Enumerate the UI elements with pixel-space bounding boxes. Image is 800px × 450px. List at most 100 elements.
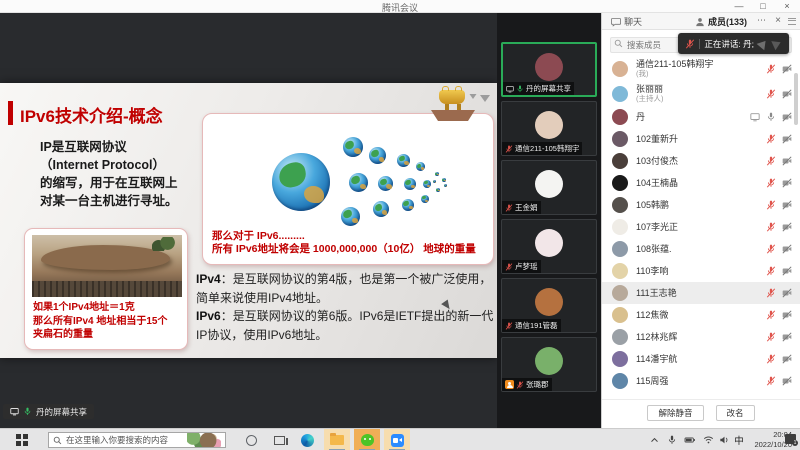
panel-close-button[interactable]: × bbox=[775, 15, 781, 26]
video-tile-label: 通信211-105韩翔宇 bbox=[502, 142, 583, 155]
tab-members[interactable]: 成员(133) bbox=[695, 13, 747, 30]
video-tile[interactable]: 丹的屏幕共享 bbox=[501, 42, 597, 97]
participant-avatar bbox=[535, 170, 563, 198]
camera-off-icon[interactable] bbox=[782, 134, 792, 144]
member-row[interactable]: 通信211-105韩翔宇 (我) bbox=[602, 56, 800, 81]
battery-icon[interactable] bbox=[682, 429, 698, 450]
mic-icon[interactable] bbox=[766, 244, 776, 254]
mic-icon[interactable] bbox=[766, 354, 776, 364]
mic-icon[interactable] bbox=[766, 156, 776, 166]
ipv6-text: ：是互联网协议的第6版。IPv6是IETF提出的新一代IP协议，使用IPv6地址… bbox=[196, 309, 494, 342]
camera-off-icon[interactable] bbox=[782, 178, 792, 188]
video-tile[interactable]: 通信191管磊 bbox=[501, 278, 597, 333]
camera-off-icon[interactable] bbox=[782, 200, 792, 210]
mic-icon[interactable] bbox=[505, 262, 513, 271]
wechat-button[interactable] bbox=[354, 429, 380, 450]
camera-off-icon[interactable] bbox=[782, 88, 792, 99]
camera-off-icon[interactable] bbox=[782, 222, 792, 232]
mic-icon[interactable] bbox=[516, 85, 524, 93]
member-row[interactable]: 115周强 bbox=[602, 370, 800, 392]
video-tile[interactable]: 通信211-105韩翔宇 bbox=[501, 101, 597, 156]
mic-icon[interactable] bbox=[766, 63, 776, 74]
camera-off-icon[interactable] bbox=[782, 112, 792, 122]
mic-icon[interactable] bbox=[766, 88, 776, 99]
tab-chat[interactable]: 聊天 bbox=[611, 13, 642, 30]
camera-off-icon[interactable] bbox=[782, 63, 792, 74]
cortana-button[interactable] bbox=[238, 429, 264, 450]
camera-off-icon[interactable] bbox=[782, 156, 792, 166]
close-button[interactable]: × bbox=[776, 0, 798, 13]
camera-off-icon[interactable] bbox=[782, 332, 792, 342]
mic-icon[interactable] bbox=[766, 134, 776, 144]
tile-status-icons bbox=[505, 203, 513, 212]
mic-icon[interactable] bbox=[505, 203, 513, 212]
mic-icon[interactable] bbox=[766, 332, 776, 342]
member-row[interactable]: 111王志艳 bbox=[602, 282, 800, 304]
mic-icon[interactable] bbox=[505, 144, 513, 153]
toast-divider bbox=[699, 38, 701, 49]
video-tile-label: 张璐郡 bbox=[502, 378, 552, 391]
ime-indicator[interactable]: 中 bbox=[732, 429, 746, 450]
tray-mic-button[interactable] bbox=[664, 429, 680, 450]
member-status-icons bbox=[766, 200, 792, 210]
member-status-icons bbox=[766, 63, 792, 74]
member-row[interactable]: 112林兆辉 bbox=[602, 326, 800, 348]
member-row[interactable]: 114潘宇航 bbox=[602, 348, 800, 370]
participant-avatar bbox=[535, 111, 563, 139]
camera-off-icon[interactable] bbox=[782, 310, 792, 320]
maximize-button[interactable]: □ bbox=[752, 0, 774, 13]
mic-icon[interactable] bbox=[516, 380, 524, 389]
member-row[interactable]: 108张蕴. bbox=[602, 238, 800, 260]
earth-graphic bbox=[373, 201, 389, 217]
mic-icon[interactable] bbox=[766, 288, 776, 298]
video-tile[interactable]: 卢梦瑶 bbox=[501, 219, 597, 274]
camera-off-icon[interactable] bbox=[782, 288, 792, 298]
member-row[interactable]: 104王楠晶 bbox=[602, 172, 800, 194]
rename-button[interactable]: 改名 bbox=[715, 404, 755, 421]
video-tile[interactable]: 张璐郡 bbox=[501, 337, 597, 392]
video-tile[interactable]: 王金娟 bbox=[501, 160, 597, 215]
unmute-button[interactable]: 解除静音 bbox=[647, 404, 704, 421]
video-strip: 丹的屏幕共享 通信211-105韩翔宇 王金娟 卢梦瑶 通信191管磊 张璐郡 bbox=[497, 13, 601, 428]
member-row[interactable]: 107李光正 bbox=[602, 216, 800, 238]
tile-status-icons bbox=[506, 85, 524, 93]
member-role: (主持人) bbox=[636, 94, 664, 103]
member-row[interactable]: 103付俊杰 bbox=[602, 150, 800, 172]
tray-expand-button[interactable] bbox=[646, 429, 662, 450]
start-button[interactable] bbox=[0, 429, 44, 450]
member-row[interactable]: 丹 bbox=[602, 106, 800, 128]
volume-icon[interactable] bbox=[716, 429, 732, 450]
member-row[interactable]: 张丽丽 (主持人) bbox=[602, 81, 800, 106]
member-row[interactable]: 105韩鹏 bbox=[602, 194, 800, 216]
earth-graphic bbox=[369, 147, 386, 164]
mic-icon[interactable] bbox=[766, 200, 776, 210]
mic-icon[interactable] bbox=[766, 376, 776, 386]
camera-off-icon[interactable] bbox=[782, 244, 792, 254]
mic-icon[interactable] bbox=[766, 178, 776, 188]
camera-off-icon[interactable] bbox=[782, 354, 792, 364]
panel-more-button[interactable]: ⋯ bbox=[757, 15, 766, 26]
mic-icon[interactable] bbox=[766, 310, 776, 320]
mic-icon[interactable] bbox=[505, 321, 513, 330]
tencent-meeting-button[interactable] bbox=[384, 429, 410, 450]
mic-icon[interactable] bbox=[766, 266, 776, 276]
taskbar-search[interactable]: 在这里输入你要搜索的内容 bbox=[48, 432, 226, 448]
camera-off-icon[interactable] bbox=[782, 266, 792, 276]
member-row[interactable]: 112焦微 bbox=[602, 304, 800, 326]
edge-button[interactable] bbox=[294, 429, 320, 450]
task-view-button[interactable] bbox=[266, 429, 292, 450]
member-row[interactable]: 102董新升 bbox=[602, 128, 800, 150]
minimize-button[interactable]: — bbox=[728, 0, 750, 13]
panel-menu-icon[interactable] bbox=[788, 18, 796, 25]
mic-icon[interactable] bbox=[766, 222, 776, 232]
action-center-button[interactable]: 1 bbox=[785, 429, 800, 450]
earth-graphic bbox=[343, 137, 363, 157]
scrollbar-thumb[interactable] bbox=[794, 73, 798, 125]
file-explorer-button[interactable] bbox=[324, 429, 350, 450]
camera-off-icon[interactable] bbox=[782, 376, 792, 386]
earth-graphic bbox=[404, 178, 416, 190]
member-avatar bbox=[612, 175, 628, 191]
member-row[interactable]: 110李响 bbox=[602, 260, 800, 282]
network-icon[interactable] bbox=[700, 429, 716, 450]
mic-icon[interactable] bbox=[766, 112, 776, 122]
